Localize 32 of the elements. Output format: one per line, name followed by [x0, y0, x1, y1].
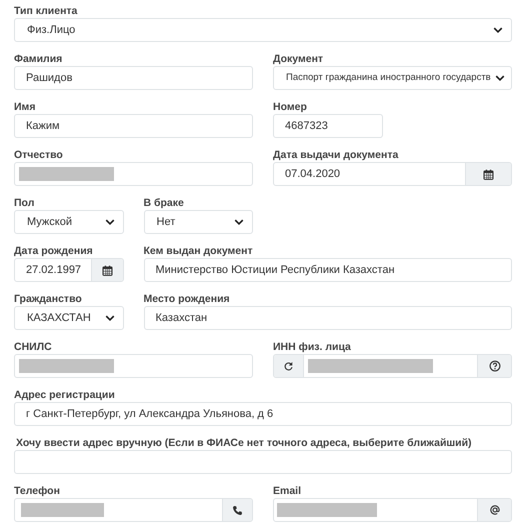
field-label: Имя: [14, 101, 36, 113]
input-field[interactable]: г Санкт-Петербург, ул Александра Ульянова, д 6: [14, 402, 512, 426]
field-label: Фамилия: [14, 53, 64, 65]
field-label: Телефон: [14, 485, 61, 497]
input-field[interactable]: Кажим: [14, 114, 253, 138]
field-label: Место рождения: [144, 293, 231, 305]
field-label: Номер: [273, 101, 308, 113]
input-field[interactable]: Рашидов: [14, 66, 253, 90]
date-field[interactable]: 07.04.2020: [273, 162, 512, 186]
field-label: Отчество: [14, 149, 64, 161]
input-field[interactable]: Казахстан: [144, 306, 512, 330]
field-label: Дата выдачи документа: [273, 149, 400, 161]
field-label: Дата рождения: [14, 245, 94, 257]
field-label: Пол: [14, 197, 36, 209]
input-field[interactable]: Министерство Юстиции Республики Казахстан: [144, 258, 512, 282]
field-label: ИНН физ. лица: [273, 341, 352, 353]
field-label: Тип клиента: [14, 5, 78, 17]
field-label: Кем выдан документ: [144, 245, 254, 257]
input-field[interactable]: 4687323: [273, 114, 382, 138]
field-label: Гражданство: [14, 293, 83, 305]
field-label: СНИЛС: [14, 341, 53, 353]
date-field[interactable]: 27.02.1997: [14, 258, 124, 282]
select-field[interactable]: КАЗАХСТАН: [14, 306, 124, 330]
field-label: Хочу ввести адрес вручную (Если в ФИАСе нет точного адреса, выберите ближайший): [15, 437, 473, 449]
field-label: Документ: [273, 53, 324, 65]
field-label: Email: [273, 485, 302, 497]
field-label: Адрес регистрации: [14, 389, 116, 401]
select-field[interactable]: Мужской: [14, 210, 124, 234]
select-field[interactable]: Нет: [144, 210, 253, 234]
select-field[interactable]: Физ.Лицо: [14, 18, 512, 42]
field-label: В браке: [144, 197, 185, 209]
select-field[interactable]: Паспорт гражданина иностранного государств: [273, 66, 512, 90]
